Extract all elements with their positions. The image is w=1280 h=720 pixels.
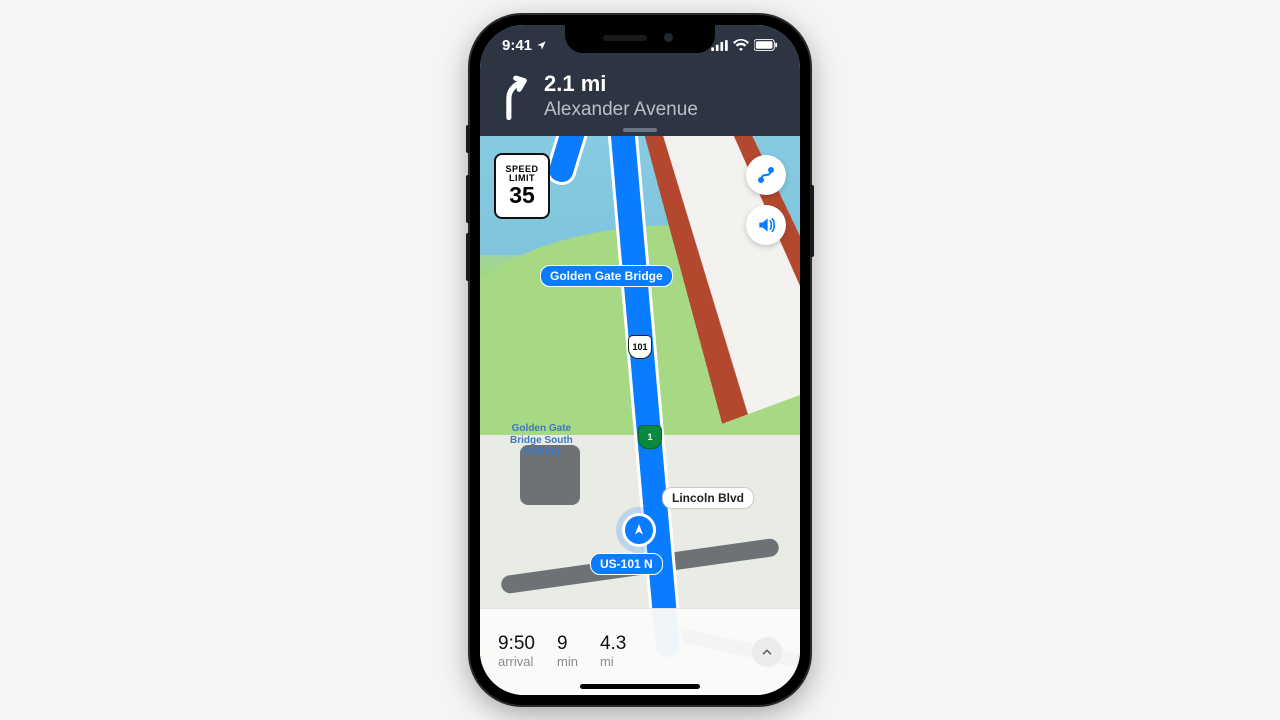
- nav-street: Alexander Avenue: [544, 99, 698, 122]
- route-icon: [756, 165, 776, 185]
- duration-label: min: [557, 655, 578, 669]
- banner-grabber[interactable]: [623, 128, 657, 132]
- chevron-up-icon: [760, 645, 774, 659]
- location-services-icon: [536, 40, 547, 51]
- speed-limit-value: 35: [509, 184, 535, 207]
- metric-arrival: 9:50 arrival: [498, 634, 535, 669]
- status-time: 9:41: [502, 37, 532, 54]
- label-us101n[interactable]: US-101 N: [590, 553, 663, 575]
- screen: 9:41 2.1 mi Alexander Avenue: [480, 25, 800, 695]
- notch: [565, 25, 715, 53]
- current-location-puck[interactable]: [622, 513, 656, 547]
- route-overview-button[interactable]: [746, 155, 786, 195]
- battery-icon: [754, 39, 778, 51]
- speed-limit-sign: SPEED LIMIT 35: [494, 153, 550, 219]
- nav-text: 2.1 mi Alexander Avenue: [544, 71, 698, 122]
- duration-value: 9: [557, 634, 578, 655]
- wifi-icon: [733, 39, 749, 51]
- phone-frame: 9:41 2.1 mi Alexander Avenue: [470, 15, 810, 705]
- distance-label: mi: [600, 655, 626, 669]
- nav-distance: 2.1 mi: [544, 71, 698, 97]
- arrival-label: arrival: [498, 655, 535, 669]
- expand-card-button[interactable]: [752, 637, 782, 667]
- metric-distance: 4.3 mi: [600, 634, 626, 669]
- audio-toggle-button[interactable]: [746, 205, 786, 245]
- volume-up: [466, 175, 470, 223]
- speaker-icon: [756, 215, 776, 235]
- mute-switch: [466, 125, 470, 153]
- trip-summary-card[interactable]: 9:50 arrival 9 min 4.3 mi: [480, 608, 800, 695]
- status-left: 9:41: [502, 37, 547, 54]
- distance-value: 4.3: [600, 634, 626, 655]
- heading-arrow-icon: [632, 523, 646, 537]
- metric-duration: 9 min: [557, 634, 578, 669]
- home-indicator[interactable]: [580, 684, 700, 689]
- arrival-value: 9:50: [498, 634, 535, 655]
- stage: 9:41 2.1 mi Alexander Avenue: [0, 0, 1280, 720]
- turn-right-arrow-icon: [496, 73, 532, 121]
- status-right: [711, 39, 778, 51]
- route-shield-1: 1: [638, 425, 662, 449]
- label-lincoln-blvd[interactable]: Lincoln Blvd: [662, 487, 754, 509]
- volume-down: [466, 233, 470, 281]
- label-parking[interactable]: Golden Gate Bridge South Parking: [510, 423, 573, 458]
- route-shield-101: 101: [628, 335, 652, 359]
- power-button: [810, 185, 814, 257]
- label-golden-gate-bridge[interactable]: Golden Gate Bridge: [540, 265, 673, 287]
